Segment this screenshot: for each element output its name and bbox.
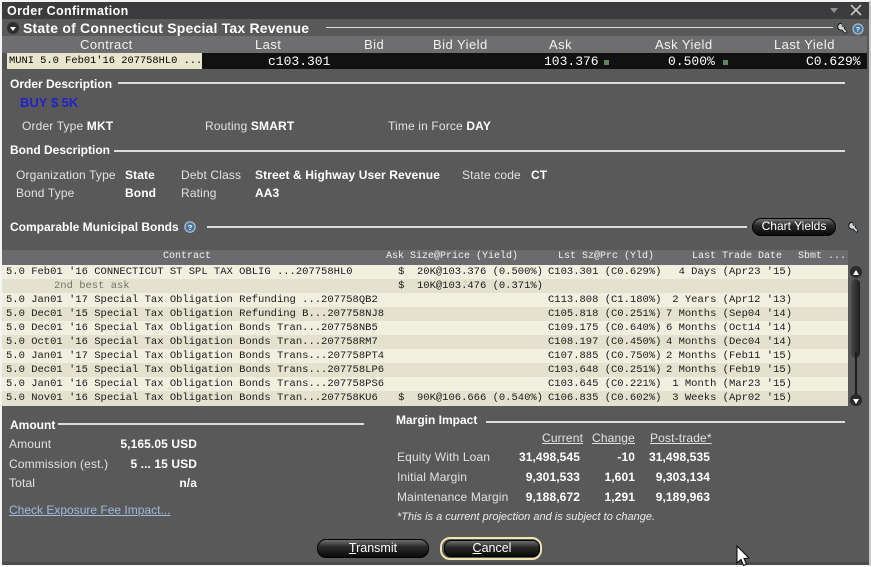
svg-text:?: ? [856, 26, 860, 33]
svg-text:?: ? [188, 223, 193, 232]
